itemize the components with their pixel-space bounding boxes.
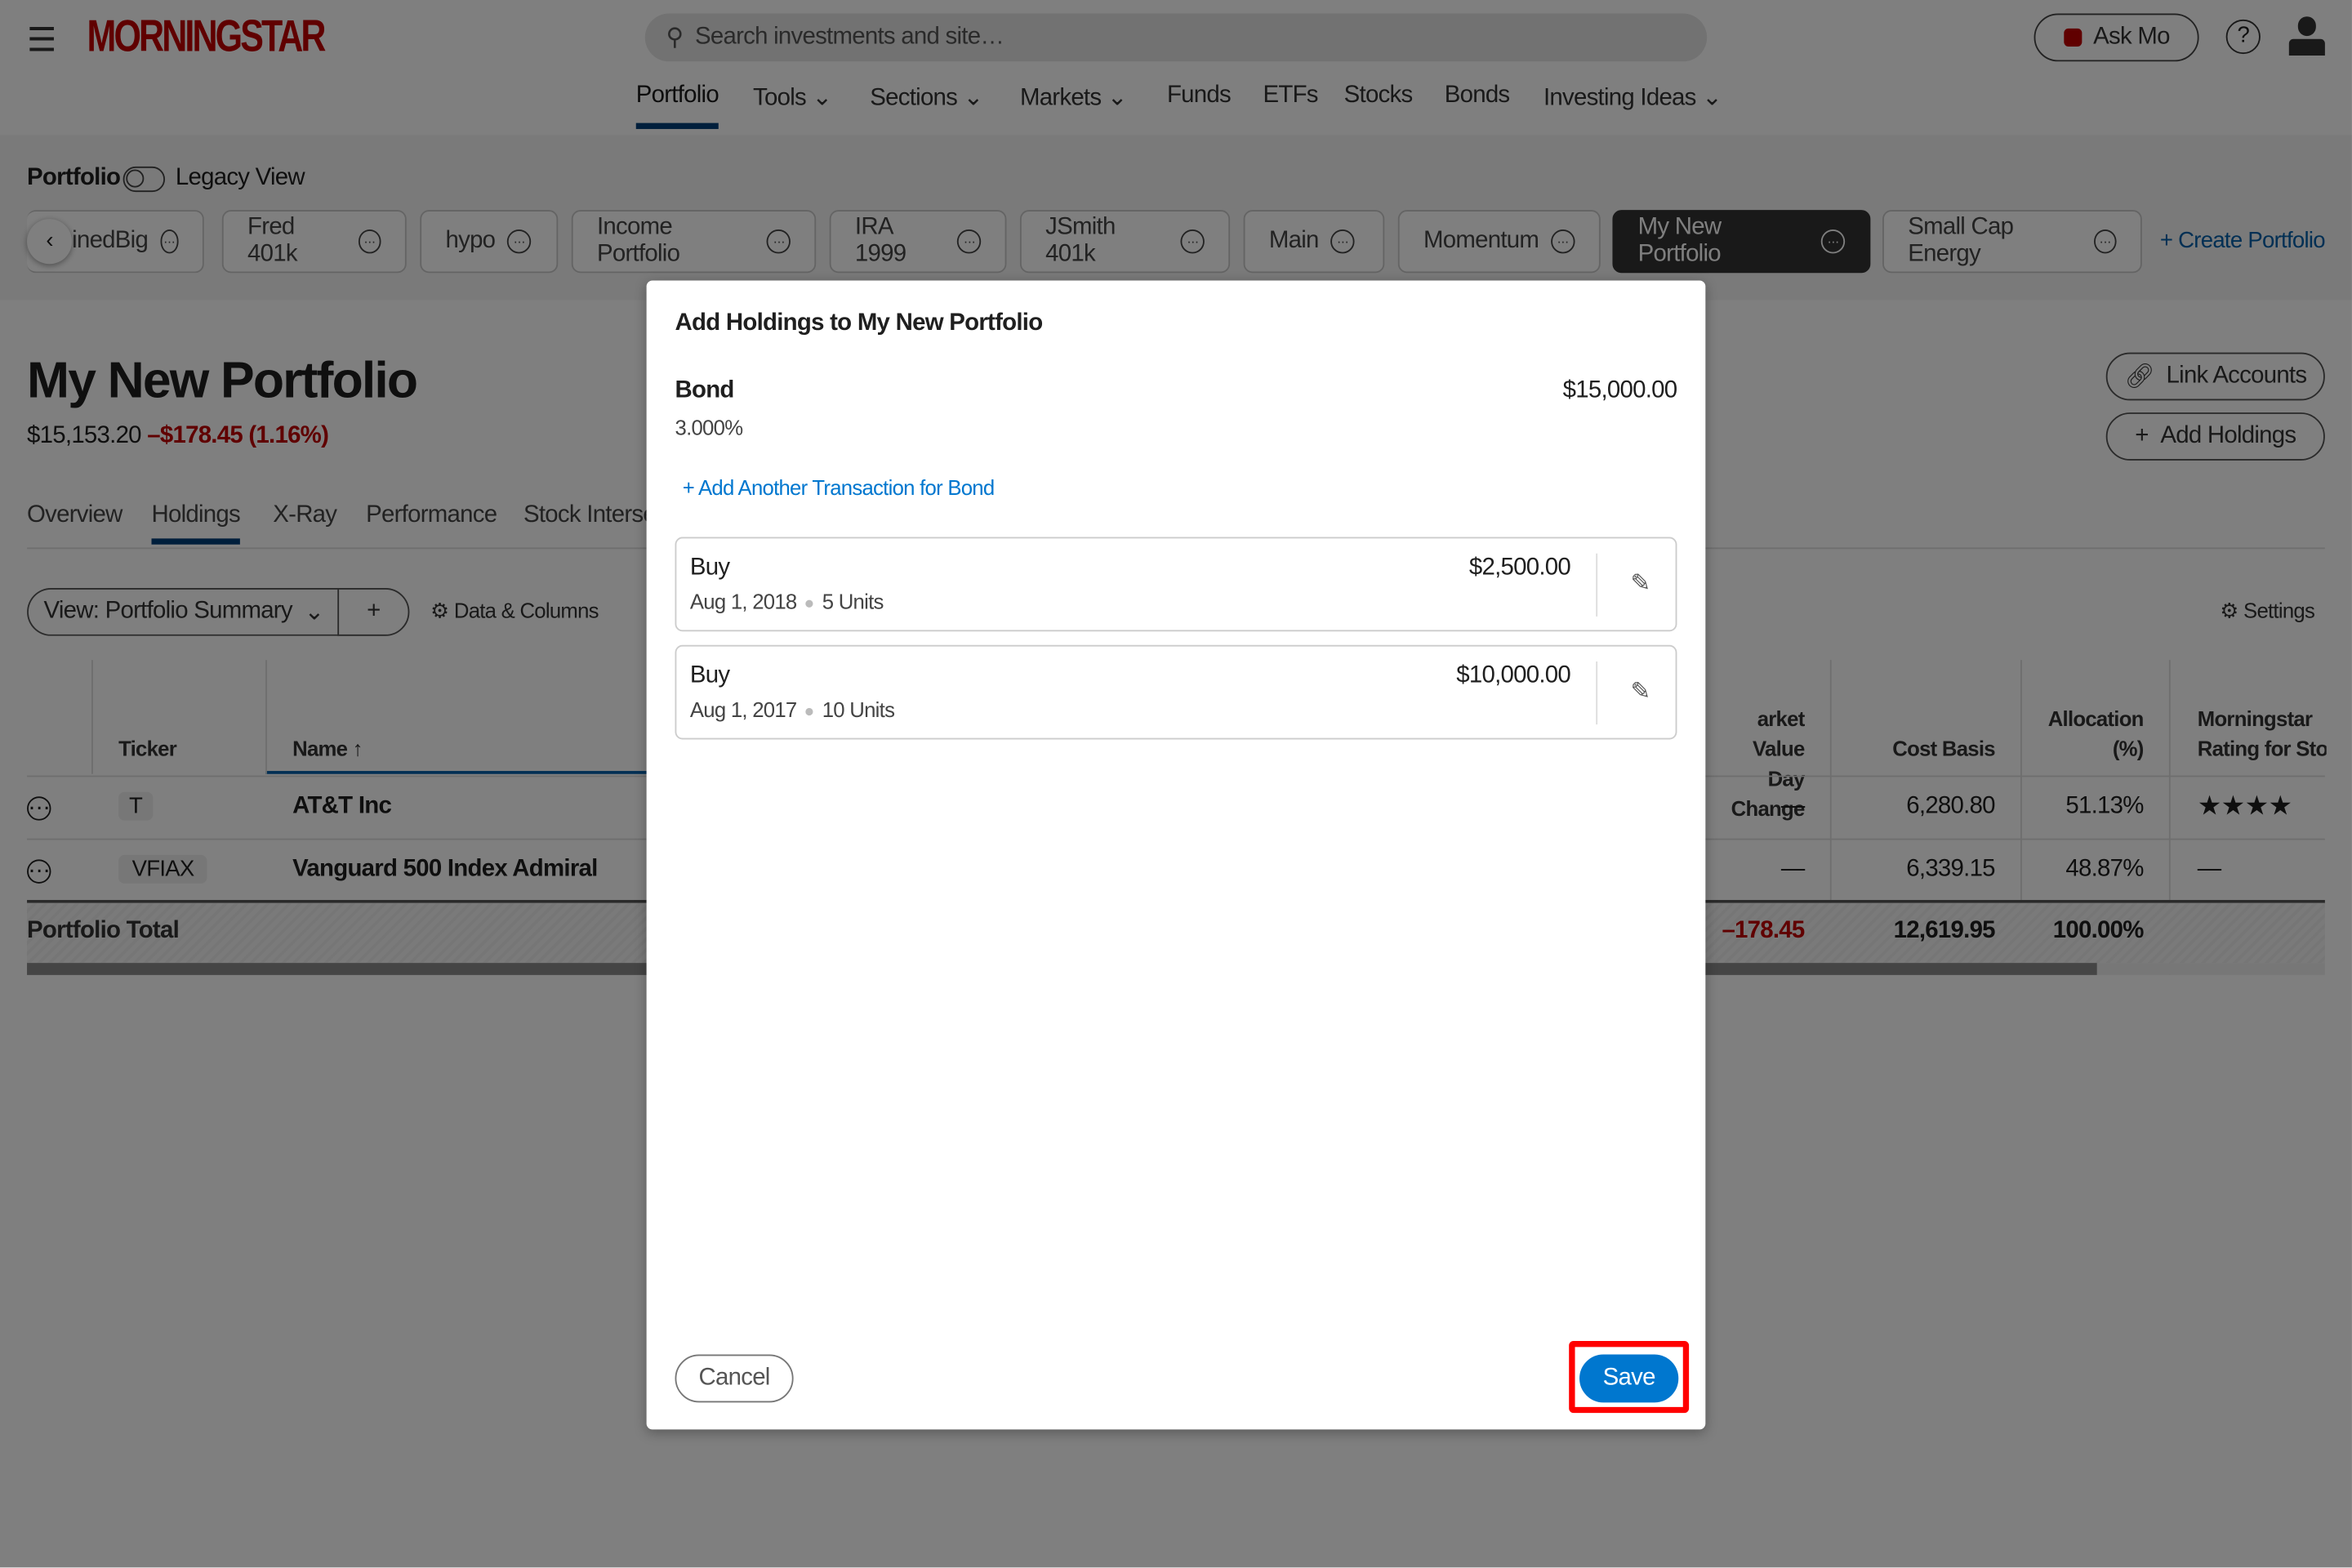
transaction-item[interactable]: Buy Aug 1, 2017 10 Units $10,000.00 ✎ [675, 644, 1677, 740]
holding-total: $15,000.00 [1562, 377, 1677, 404]
edit-pencil-icon[interactable]: ✎ [1630, 676, 1650, 706]
add-transaction-link[interactable]: + Add Another Transaction for Bond [683, 475, 995, 499]
save-button[interactable]: Save [1579, 1354, 1679, 1403]
holding-rate: 3.000% [675, 415, 744, 440]
plus-icon: + [682, 475, 698, 500]
modal-title: Add Holdings to My New Portfolio [675, 310, 1044, 336]
holding-name: Bond [675, 377, 735, 404]
add-holdings-modal: Add Holdings to My New Portfolio Bond $1… [646, 280, 1706, 1430]
transaction-item[interactable]: Buy Aug 1, 2018 5 Units $2,500.00 ✎ [675, 537, 1677, 632]
edit-pencil-icon[interactable]: ✎ [1630, 568, 1650, 599]
cancel-button[interactable]: Cancel [675, 1354, 794, 1403]
